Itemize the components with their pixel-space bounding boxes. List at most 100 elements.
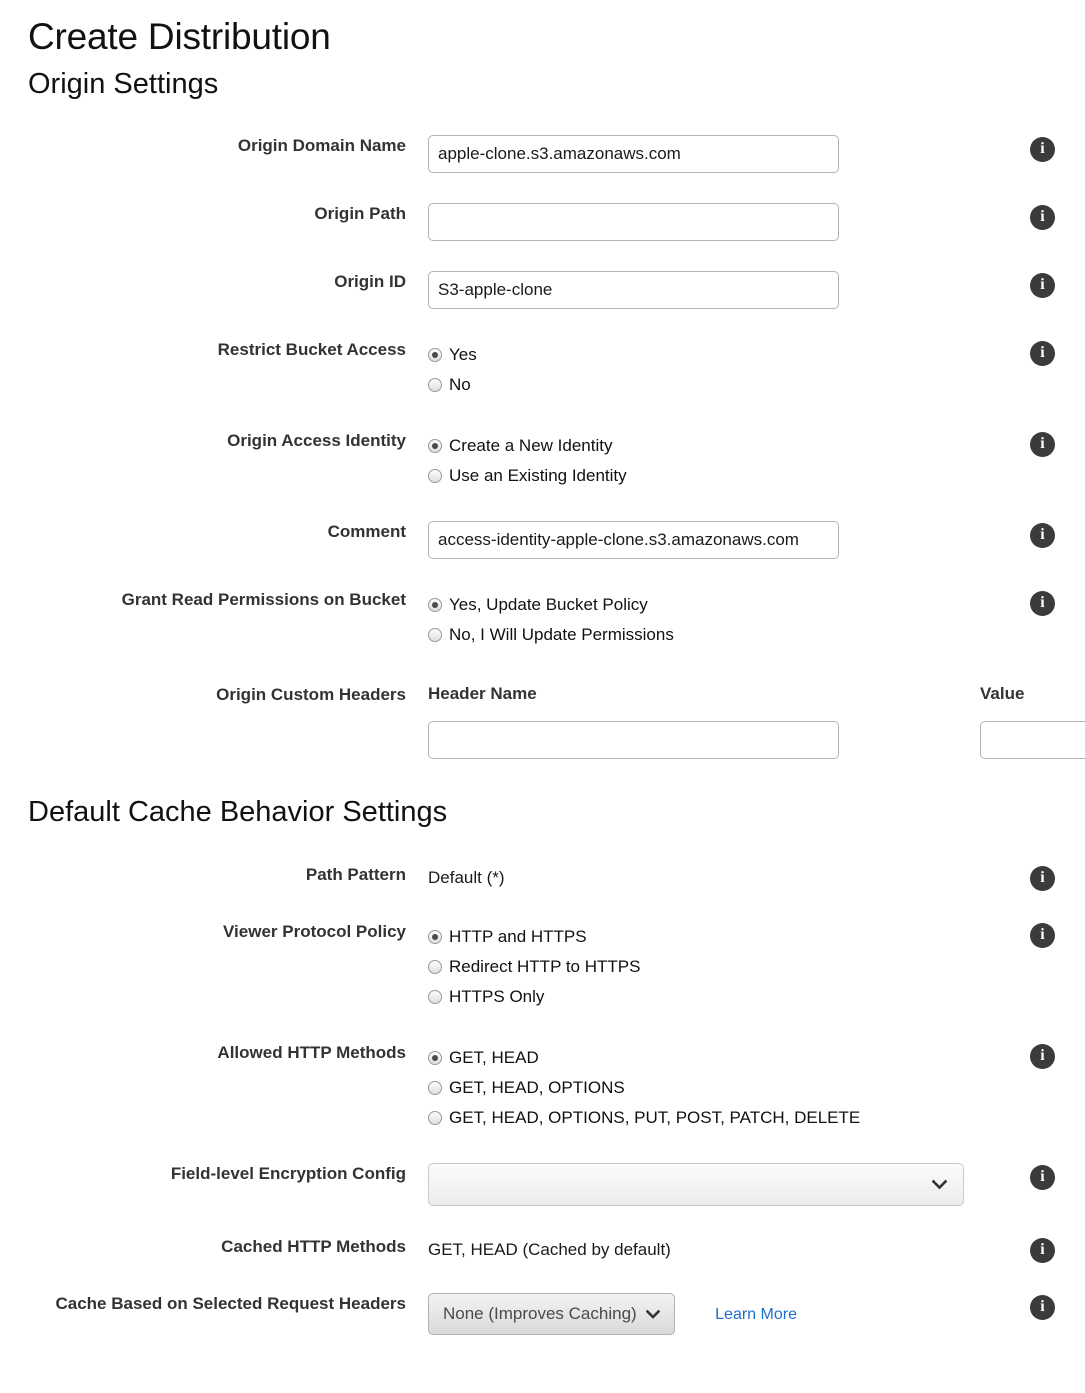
cached-http-methods-field: GET, HEAD (Cached by default) <box>406 1236 1000 1262</box>
path-pattern-field: Default (*) <box>406 864 1000 890</box>
field-row-cached-http-methods: Cached HTTP Methods GET, HEAD (Cached by… <box>0 1236 1085 1264</box>
info-icon[interactable]: i <box>1030 866 1055 892</box>
radio-icon[interactable] <box>428 930 442 945</box>
custom-header-value-input[interactable] <box>980 721 1085 760</box>
field-row-allowed-http-methods: Allowed HTTP Methods GET, HEAD GET, HEAD… <box>0 1042 1085 1133</box>
viewer-protocol-policy-radio-group: HTTP and HTTPS Redirect HTTP to HTTPS HT… <box>428 921 1000 1012</box>
viewer-protocol-policy-info: i <box>1000 921 1085 949</box>
radio-icon[interactable] <box>428 1111 442 1126</box>
radio-icon[interactable] <box>428 348 442 363</box>
cache-based-on-headers-selected-value: None (Improves Caching) <box>443 1304 637 1324</box>
radio-icon[interactable] <box>428 1081 442 1096</box>
radio-icon[interactable] <box>428 960 442 975</box>
comment-label: Comment <box>327 522 406 542</box>
radio-option-get-head[interactable]: GET, HEAD <box>428 1043 1000 1073</box>
origin-domain-name-label: Origin Domain Name <box>237 136 406 156</box>
cache-behavior-heading: Default Cache Behavior Settings <box>28 796 448 829</box>
radio-label: Create a New Identity <box>449 436 613 456</box>
field-level-encryption-field <box>406 1163 1000 1207</box>
cache-based-on-headers-field: None (Improves Caching) Learn More <box>406 1293 1000 1336</box>
info-icon[interactable]: i <box>1030 523 1055 549</box>
radio-option-http-and-https[interactable]: HTTP and HTTPS <box>428 922 1000 952</box>
chevron-down-icon <box>645 1306 661 1322</box>
info-icon-glyph: i <box>1040 594 1045 612</box>
learn-more-link[interactable]: Learn More <box>715 1306 797 1324</box>
info-icon[interactable]: i <box>1030 591 1055 617</box>
radio-label: HTTPS Only <box>449 987 545 1007</box>
origin-custom-headers-table: Header Name Value <box>406 684 1085 760</box>
info-icon[interactable]: i <box>1030 205 1055 231</box>
radio-label: No, I Will Update Permissions <box>449 625 674 645</box>
info-icon[interactable]: i <box>1030 341 1055 367</box>
origin-domain-name-input[interactable] <box>428 135 839 174</box>
path-pattern-value: Default (*) <box>428 868 505 888</box>
radio-option-create-new-identity[interactable]: Create a New Identity <box>428 431 1000 461</box>
radio-option-redirect-http-to-https[interactable]: Redirect HTTP to HTTPS <box>428 952 1000 982</box>
radio-option-restrict-no[interactable]: No <box>428 370 1000 400</box>
origin-path-input[interactable] <box>428 203 839 242</box>
field-row-grant-read-permissions: Grant Read Permissions on Bucket Yes, Up… <box>0 589 1085 650</box>
radio-icon[interactable] <box>428 1051 442 1066</box>
cached-http-methods-value: GET, HEAD (Cached by default) <box>428 1240 671 1260</box>
info-icon[interactable]: i <box>1030 1044 1055 1070</box>
radio-label: GET, HEAD, OPTIONS, PUT, POST, PATCH, DE… <box>449 1108 861 1128</box>
origin-domain-name-field <box>406 135 1000 174</box>
field-row-viewer-protocol-policy: Viewer Protocol Policy HTTP and HTTPS Re… <box>0 921 1085 1012</box>
field-row-path-pattern: Path Pattern Default (*) i <box>0 864 1085 892</box>
custom-header-name-input[interactable] <box>428 721 839 760</box>
radio-icon[interactable] <box>428 628 442 643</box>
radio-option-use-existing-identity[interactable]: Use an Existing Identity <box>428 461 1000 491</box>
radio-option-update-bucket-policy[interactable]: Yes, Update Bucket Policy <box>428 590 1000 620</box>
column-header-value: Value <box>980 684 1025 704</box>
origin-id-info: i <box>1000 271 1085 299</box>
allowed-http-methods-label: Allowed HTTP Methods <box>217 1043 406 1063</box>
field-row-restrict-bucket-access: Restrict Bucket Access Yes No i <box>0 339 1085 400</box>
origin-path-info: i <box>1000 203 1085 231</box>
radio-label: HTTP and HTTPS <box>449 927 587 947</box>
origin-path-field <box>406 203 1000 242</box>
origin-settings-form: Origin Domain Name i Origin Path i Origi… <box>0 135 1085 760</box>
info-icon[interactable]: i <box>1030 273 1055 299</box>
radio-icon[interactable] <box>428 469 442 484</box>
info-icon[interactable]: i <box>1030 432 1055 458</box>
radio-icon[interactable] <box>428 598 442 613</box>
radio-icon[interactable] <box>428 990 442 1005</box>
radio-icon[interactable] <box>428 378 442 393</box>
restrict-bucket-access-field: Yes No <box>406 339 1000 400</box>
field-row-origin-custom-headers: Origin Custom Headers Header Name Value <box>0 684 1085 760</box>
field-row-origin-id: Origin ID i <box>0 271 1085 310</box>
grant-read-permissions-info: i <box>1000 589 1085 617</box>
radio-icon[interactable] <box>428 439 442 454</box>
origin-id-input[interactable] <box>428 271 839 310</box>
radio-option-all-methods[interactable]: GET, HEAD, OPTIONS, PUT, POST, PATCH, DE… <box>428 1103 1000 1133</box>
cache-based-on-headers-label: Cache Based on Selected Request Headers <box>55 1294 406 1314</box>
cache-based-on-headers-dropdown[interactable]: None (Improves Caching) <box>428 1293 675 1336</box>
radio-option-get-head-options[interactable]: GET, HEAD, OPTIONS <box>428 1073 1000 1103</box>
info-icon[interactable]: i <box>1030 1238 1055 1264</box>
info-icon-glyph: i <box>1040 1241 1045 1259</box>
radio-label: Use an Existing Identity <box>449 466 627 486</box>
origin-settings-heading: Origin Settings <box>28 67 219 100</box>
radio-option-manual-permissions[interactable]: No, I Will Update Permissions <box>428 620 1000 650</box>
origin-custom-headers-label: Origin Custom Headers <box>216 685 406 705</box>
restrict-bucket-access-label: Restrict Bucket Access <box>217 340 406 360</box>
info-icon[interactable]: i <box>1030 923 1055 949</box>
field-row-origin-domain-name: Origin Domain Name i <box>0 135 1085 174</box>
radio-option-https-only[interactable]: HTTPS Only <box>428 982 1000 1012</box>
info-icon-glyph: i <box>1040 344 1045 362</box>
field-level-encryption-select[interactable] <box>428 1163 964 1207</box>
create-distribution-page: Create Distribution Origin Settings Orig… <box>0 0 1085 1393</box>
radio-option-restrict-yes[interactable]: Yes <box>428 340 1000 370</box>
radio-label: GET, HEAD <box>449 1048 539 1068</box>
info-icon-glyph: i <box>1040 1298 1045 1316</box>
info-icon[interactable]: i <box>1030 137 1055 163</box>
grant-read-permissions-label: Grant Read Permissions on Bucket <box>121 590 406 610</box>
page-title: Create Distribution <box>28 16 331 57</box>
comment-input[interactable] <box>428 521 839 560</box>
info-icon[interactable]: i <box>1030 1295 1055 1321</box>
info-icon[interactable]: i <box>1030 1165 1055 1191</box>
restrict-bucket-access-radio-group: Yes No <box>428 339 1000 400</box>
cache-based-on-headers-info: i <box>1000 1293 1085 1321</box>
radio-label: Redirect HTTP to HTTPS <box>449 957 641 977</box>
origin-access-identity-label: Origin Access Identity <box>227 431 406 451</box>
